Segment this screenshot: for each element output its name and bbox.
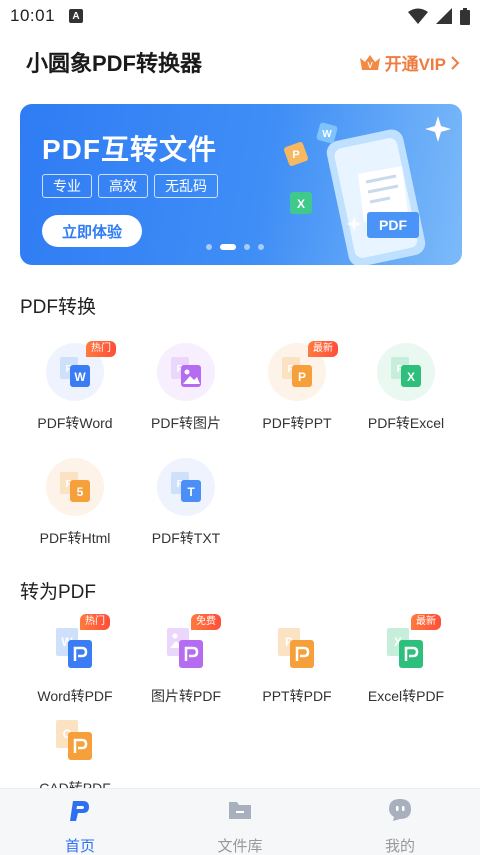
tool-cad-to-pdf[interactable]: C CAD转PDF — [20, 718, 130, 798]
svg-text:X: X — [297, 197, 305, 211]
open-vip-label: 开通VIP — [384, 55, 446, 74]
crown-icon: V — [359, 54, 380, 70]
banner-tag: 无乱码 — [154, 174, 218, 198]
carousel-dot[interactable] — [244, 244, 250, 250]
tool-label: PDF转图片 — [151, 415, 221, 431]
word-to-pdf-icon: W — [56, 628, 92, 668]
crown-letter: V — [367, 61, 373, 70]
tab-label: 首页 — [64, 838, 95, 855]
pdf-to-html-icon: P 5 — [60, 472, 90, 502]
promo-banner[interactable]: PDF互转文件 专业 高效 无乱码 立即体验 PDF P W X — [20, 104, 462, 265]
app-header: 小圆象PDF转换器 V 开通VIP — [0, 40, 480, 84]
tool-label: Excel转PDF — [367, 688, 445, 704]
section-title-to-pdf: 转为PDF — [20, 582, 97, 603]
app-title: 小圆象PDF转换器 — [26, 51, 203, 76]
tool-label: PDF转Word — [37, 415, 113, 431]
tab-home[interactable]: 首页 — [20, 789, 140, 855]
tab-file-library[interactable]: 文件库 — [180, 789, 300, 855]
notification-icon: A — [69, 9, 84, 23]
pdf-to-word-icon: P W — [60, 357, 90, 387]
signal-icon — [436, 8, 452, 24]
tool-excel-to-pdf[interactable]: X 最新 Excel转PDF — [351, 614, 461, 706]
tool-label: PDF转Excel — [367, 415, 445, 431]
profile-icon — [389, 799, 411, 821]
ppt-to-pdf-icon: P — [278, 628, 314, 668]
tool-pdf-to-word[interactable]: P W 热门 PDF转Word — [20, 341, 130, 433]
carousel-indicator — [206, 244, 264, 250]
tab-label: 文件库 — [217, 838, 263, 855]
section-title-pdf-convert: PDF转换 — [20, 297, 97, 318]
hot-badge: 热门 — [86, 341, 116, 357]
banner-tag: 专业 — [42, 174, 92, 198]
svg-text:P: P — [298, 370, 306, 384]
carousel-dot[interactable] — [206, 244, 212, 250]
tool-pdf-to-ppt[interactable]: P P 最新 PDF转PPT — [242, 341, 352, 433]
banner-art-text: PDF — [379, 217, 407, 233]
status-time: 10:01 — [10, 6, 56, 25]
tool-pdf-to-txt[interactable]: P T PDF转TXT — [131, 458, 241, 548]
status-bar: 10:01 A — [0, 0, 480, 32]
svg-text:P: P — [292, 149, 299, 161]
tool-label: PDF转Html — [39, 530, 111, 546]
folder-icon — [229, 802, 251, 819]
tool-label: 图片转PDF — [151, 688, 221, 704]
tab-profile[interactable]: 我的 — [340, 789, 460, 855]
svg-text:X: X — [407, 370, 415, 384]
pdf-to-excel-icon: P X — [391, 357, 421, 387]
tab-label: 我的 — [384, 838, 415, 855]
pdf-to-ppt-icon: P P — [282, 357, 312, 387]
try-now-button[interactable]: 立即体验 — [42, 215, 142, 247]
tool-pdf-to-html[interactable]: P 5 PDF转Html — [20, 458, 130, 548]
tool-label: PDF转PPT — [262, 415, 332, 431]
excel-to-pdf-icon: X — [387, 628, 423, 668]
home-icon — [70, 801, 89, 821]
open-vip-button[interactable]: V 开通VIP — [359, 50, 460, 75]
hot-badge: 热门 — [80, 614, 110, 630]
chevron-right-icon — [451, 55, 460, 70]
pdf-to-txt-icon: P T — [171, 472, 201, 502]
phone-document-illustration: PDF P W X — [284, 116, 451, 265]
banner-tag: 高效 — [98, 174, 148, 198]
banner-tags: 专业 高效 无乱码 — [42, 174, 218, 198]
new-badge: 最新 — [308, 341, 338, 357]
image-to-pdf-icon — [167, 628, 203, 668]
status-indicators — [408, 7, 470, 25]
battery-icon — [460, 7, 470, 25]
new-badge: 最新 — [411, 614, 441, 630]
svg-text:T: T — [187, 485, 195, 499]
tool-pdf-to-excel[interactable]: P X PDF转Excel — [351, 343, 461, 433]
wifi-icon — [408, 8, 428, 24]
free-badge: 免费 — [191, 614, 221, 630]
carousel-dot-active[interactable] — [220, 244, 236, 250]
tool-label: PPT转PDF — [262, 688, 332, 704]
svg-text:W: W — [322, 129, 332, 140]
pdf-to-image-icon: P — [171, 357, 201, 387]
tool-image-to-pdf[interactable]: 免费 图片转PDF — [131, 614, 241, 706]
tool-word-to-pdf[interactable]: W 热门 Word转PDF — [20, 614, 130, 706]
banner-title: PDF互转文件 — [42, 134, 218, 165]
tool-label: PDF转TXT — [151, 530, 221, 546]
svg-text:5: 5 — [77, 485, 84, 499]
svg-text:W: W — [74, 370, 86, 384]
tool-pdf-to-image[interactable]: P PDF转图片 — [131, 343, 241, 433]
tool-ppt-to-pdf[interactable]: P PPT转PDF — [242, 626, 352, 706]
bottom-tab-bar: 首页 文件库 我的 — [0, 788, 480, 855]
tool-label: Word转PDF — [37, 688, 113, 704]
cad-to-pdf-icon: C — [56, 720, 92, 760]
